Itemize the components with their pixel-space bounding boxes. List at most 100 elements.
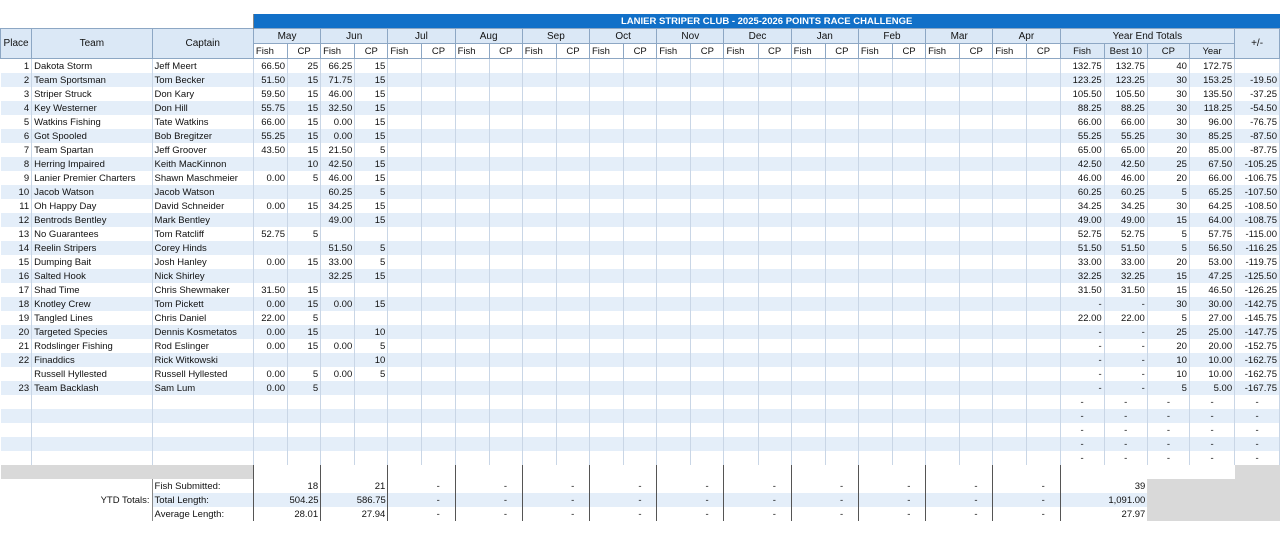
month-fish-cell[interactable] (857, 339, 893, 353)
total-fish-cell[interactable]: 105.50 (1059, 87, 1105, 101)
year-total-cell[interactable]: 20.00 (1189, 339, 1236, 353)
month-fish-cell[interactable] (790, 171, 826, 185)
month-cp-cell[interactable] (892, 87, 927, 101)
month-cp-cell[interactable] (489, 129, 523, 143)
total-fish-cell[interactable]: 60.25 (1059, 185, 1105, 199)
subheader-best10[interactable]: Best 10 (1103, 43, 1148, 59)
month-fish-cell[interactable] (857, 241, 893, 255)
month-total-cell[interactable]: - (892, 507, 925, 521)
month-fish-cell[interactable] (857, 157, 893, 171)
ytd-totals-row[interactable]: Average Length: 28.01 27.94- - - - - - - - - -27.97 (1, 507, 1280, 521)
month-cp-cell[interactable] (421, 325, 456, 339)
month-fish-cell[interactable] (521, 297, 557, 311)
blank-cell[interactable] (253, 0, 1280, 14)
month-fish-cell[interactable] (992, 325, 1028, 339)
subheader-cp[interactable]: CP (690, 43, 725, 59)
year-total-cell[interactable]: 57.75 (1189, 227, 1236, 241)
best10-cell[interactable]: 33.00 (1104, 255, 1148, 269)
month-fish-cell[interactable] (857, 297, 893, 311)
month-cp-cell[interactable] (690, 58, 725, 73)
month-fish-cell[interactable] (387, 451, 423, 465)
jun-cp-cell[interactable]: 5 (354, 143, 389, 157)
total-cp-cell[interactable]: 20 (1147, 171, 1190, 185)
place-cell[interactable]: 18 (0, 297, 33, 311)
header-month-may[interactable]: May (252, 28, 322, 44)
month-fish-cell[interactable] (320, 437, 356, 451)
month-fish-cell[interactable] (723, 58, 759, 73)
month-fish-cell[interactable] (723, 297, 759, 311)
sep-cell[interactable] (790, 465, 826, 479)
month-fish-cell[interactable] (723, 87, 759, 101)
captain-cell[interactable]: Dennis Kosmetatos (152, 325, 254, 339)
month-fish-cell[interactable] (723, 115, 759, 129)
month-fish-cell[interactable] (656, 58, 692, 73)
diff-cell[interactable]: -167.75 (1234, 381, 1280, 395)
month-fish-cell[interactable] (790, 381, 826, 395)
header-year-end-totals[interactable]: Year End Totals (1059, 28, 1236, 44)
month-cp-cell[interactable] (354, 395, 389, 409)
month-cp-cell[interactable] (556, 353, 591, 367)
month-fish-cell[interactable] (925, 101, 961, 115)
sep-cell[interactable] (556, 465, 590, 479)
team-cell[interactable]: Russell Hyllested (31, 367, 153, 381)
may-fish-cell[interactable] (252, 269, 289, 283)
place-cell[interactable] (0, 367, 33, 381)
subheader-fish[interactable]: Fish (656, 43, 692, 59)
best10-cell[interactable]: 55.25 (1104, 129, 1148, 143)
month-fish-cell[interactable] (521, 283, 557, 297)
may-fish-cell[interactable]: 43.50 (252, 143, 289, 157)
may-fish-cell[interactable] (252, 353, 289, 367)
team-cell[interactable]: Team Backlash (31, 381, 153, 395)
month-cp-cell[interactable] (892, 395, 927, 409)
month-fish-cell[interactable] (656, 115, 692, 129)
month-cp-cell[interactable] (892, 115, 927, 129)
team-cell[interactable]: Dumping Bait (31, 255, 153, 269)
month-fish-cell[interactable] (857, 451, 893, 465)
subheader-cp[interactable]: CP (757, 43, 792, 59)
team-cell[interactable] (31, 423, 153, 437)
month-cp-cell[interactable] (623, 73, 658, 87)
month-cp-cell[interactable] (758, 311, 792, 325)
month-cp-cell[interactable] (354, 437, 389, 451)
sep-cell[interactable] (1059, 465, 1235, 479)
month-fish-cell[interactable] (387, 213, 423, 227)
month-cp-cell[interactable] (690, 409, 725, 423)
month-blank-cell[interactable] (588, 507, 624, 521)
month-cp-cell[interactable] (825, 115, 859, 129)
month-fish-cell[interactable] (387, 283, 423, 297)
month-blank-cell[interactable] (790, 507, 826, 521)
month-fish-cell[interactable] (454, 325, 490, 339)
sep-cell[interactable] (656, 465, 691, 479)
captain-cell[interactable]: Jeff Meert (152, 58, 254, 73)
sep-cell[interactable] (857, 465, 893, 479)
month-total-cell[interactable]: - (421, 493, 456, 507)
jun-cp-cell[interactable]: 15 (354, 269, 389, 283)
month-cp-cell[interactable] (758, 381, 792, 395)
month-fish-cell[interactable] (857, 129, 893, 143)
year-total-cell[interactable]: 172.75 (1189, 58, 1236, 73)
month-cp-cell[interactable] (758, 199, 792, 213)
month-cp-cell[interactable] (1026, 339, 1061, 353)
month-cp-cell[interactable] (758, 339, 792, 353)
place-cell[interactable]: 6 (0, 129, 33, 143)
month-cp-cell[interactable] (1026, 199, 1061, 213)
diff-cell[interactable]: -105.25 (1234, 157, 1280, 171)
month-fish-cell[interactable] (790, 297, 826, 311)
jun-fish-cell[interactable] (320, 283, 356, 297)
jun-blank-cell[interactable] (320, 493, 355, 507)
month-fish-cell[interactable] (454, 395, 490, 409)
month-cp-cell[interactable] (623, 325, 658, 339)
month-fish-cell[interactable] (521, 101, 557, 115)
month-fish-cell[interactable] (723, 185, 759, 199)
total-fish-cell[interactable]: - (1059, 395, 1105, 409)
total-cp-cell[interactable]: 15 (1147, 213, 1190, 227)
month-fish-cell[interactable] (521, 157, 557, 171)
place-cell[interactable]: 2 (0, 73, 33, 87)
month-fish-cell[interactable] (790, 87, 826, 101)
month-fish-cell[interactable] (454, 199, 490, 213)
jun-cp-cell[interactable]: 15 (354, 157, 389, 171)
month-cp-cell[interactable] (758, 451, 792, 465)
place-cell[interactable]: 8 (0, 157, 33, 171)
month-cp-cell[interactable] (623, 213, 658, 227)
month-fish-cell[interactable] (992, 241, 1028, 255)
